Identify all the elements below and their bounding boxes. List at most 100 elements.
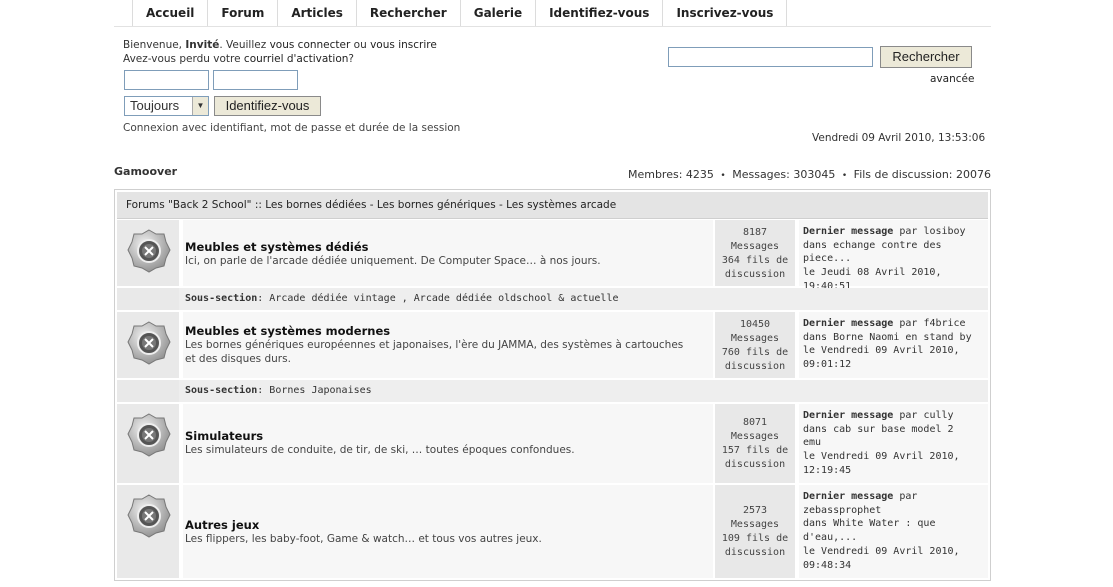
board-thread-count-line: 760 fils de (715, 346, 795, 360)
nav-rechercher[interactable]: Rechercher (357, 0, 461, 26)
current-datetime: Vendredi 09 Avril 2010, 13:53:06 (812, 132, 986, 144)
main-nav: Accueil Forum Articles Rechercher Galeri… (132, 0, 788, 26)
in-label: dans (803, 239, 828, 251)
last-message-label[interactable]: Dernier message (803, 226, 893, 237)
last-post-author[interactable]: zebassprophet (803, 505, 881, 516)
in-label: dans (803, 331, 828, 343)
dropdown-arrow-icon[interactable]: ▼ (192, 97, 208, 115)
last-post-author[interactable]: losiboy (923, 226, 965, 237)
nav-identifiez-vous[interactable]: Identifiez-vous (536, 0, 664, 26)
last-post-topic-cont: d'eau,... (803, 532, 858, 544)
session-duration-select[interactable]: Toujours ▼ (124, 96, 209, 116)
register-link[interactable]: vous inscrire (370, 39, 437, 51)
last-post-topic[interactable]: Borne Naomi en stand by (833, 332, 971, 343)
activation-link[interactable]: courriel d'activation (244, 53, 349, 65)
board-thread-count-line: 157 fils de (715, 444, 795, 458)
last-post-topic-line: dans Borne Naomi en stand by (803, 331, 988, 345)
subsection-list: Sous-section: Bornes Japonaises (185, 385, 372, 396)
nav-forum[interactable]: Forum (208, 0, 279, 26)
last-post-topic-cont: emu (803, 437, 822, 449)
board-info-cell: Autres jeux Les flippers, les baby-foot,… (183, 485, 713, 578)
nav-accueil[interactable]: Accueil (133, 0, 209, 26)
board-icon-cell (117, 220, 179, 286)
subsection-icon-cell (117, 380, 179, 402)
subsection-label: Sous-section (185, 385, 258, 396)
board-title-link[interactable]: Autres jeux (185, 518, 259, 532)
board-thread-count: 760 (721, 347, 740, 358)
crumb-separator: :: (254, 199, 262, 211)
board-counts-cell: 2573 Messages 109 fils de discussion (715, 485, 795, 578)
last-post-date: le Vendredi 09 Avril 2010, (803, 545, 960, 557)
search-input[interactable] (668, 47, 873, 67)
board-message-count: 8187 (742, 227, 768, 238)
last-post-topic[interactable]: echange contre des (833, 240, 941, 251)
board-status-icon (126, 412, 172, 458)
last-message-label[interactable]: Dernier message (803, 318, 893, 329)
threads-label: fils de (745, 533, 789, 544)
board-thread-count-line: 364 fils de (715, 254, 795, 268)
last-post-topic[interactable]: White Water : que (833, 518, 935, 529)
threads-label: fils de (745, 445, 789, 456)
last-post-header: Dernier message par zebassprophet (803, 490, 988, 517)
advanced-search-link[interactable]: avancée (930, 73, 974, 85)
subsection-label: Sous-section (185, 293, 258, 304)
board-counts-cell: 10450 Messages 760 fils de discussion (715, 312, 795, 378)
password-input[interactable] (213, 70, 298, 90)
subsection-links[interactable]: Arcade dédiée vintage , Arcade dédiée ol… (269, 293, 618, 304)
board-title-link[interactable]: Meubles et systèmes dédiés (185, 240, 369, 254)
threads-label: fils de (745, 347, 789, 358)
board-icon-cell (117, 312, 179, 378)
board-status-icon (126, 493, 172, 539)
board-last-post-cell: Dernier message par zebassprophet dans W… (799, 485, 988, 578)
board-thread-count-line: 109 fils de (715, 532, 795, 546)
last-post-time: 12:19:45 (803, 464, 852, 476)
category-breadcrumb: Forums "Back 2 School" :: Les bornes déd… (126, 199, 616, 211)
login-help-text: Connexion avec identifiant, mot de passe… (123, 122, 461, 134)
by-label: par (899, 491, 918, 502)
username-input[interactable] (124, 70, 209, 90)
last-post-author[interactable]: f4brice (923, 318, 965, 329)
board-info-cell: Simulateurs Les simulateurs de conduite,… (183, 404, 713, 483)
nav-articles[interactable]: Articles (278, 0, 357, 26)
subsection-icon-cell (117, 288, 179, 310)
search-button[interactable]: Rechercher (880, 46, 972, 68)
in-label: dans (803, 423, 828, 435)
last-post-topic-cont: piece... (803, 253, 852, 265)
by-label: par (899, 226, 918, 237)
board-row: Meubles et systèmes modernes Les bornes … (117, 312, 988, 378)
last-message-label[interactable]: Dernier message (803, 491, 893, 502)
site-name: Gamoover (114, 165, 178, 178)
last-message-label[interactable]: Dernier message (803, 410, 893, 421)
category-link[interactable]: Les bornes dédiées - Les bornes génériqu… (265, 199, 616, 211)
messages-label: Messages (730, 333, 780, 344)
subsection-links[interactable]: Bornes Japonaises (269, 385, 371, 396)
connect-link[interactable]: vous connecter (270, 39, 351, 51)
forum-stats: Membres: 4235 • Messages: 303045 • Fils … (628, 168, 991, 181)
guest-label: Invité (185, 39, 220, 51)
board-status-icon (126, 228, 172, 274)
forum-root-link[interactable]: Forums "Back 2 School" (126, 199, 251, 211)
nav-inscrivez-vous[interactable]: Inscrivez-vous (663, 0, 788, 26)
board-message-count: 8071 (742, 417, 768, 428)
threads-label: fils de (745, 255, 789, 266)
nav-divider (114, 26, 991, 27)
login-button[interactable]: Identifiez-vous (214, 96, 321, 116)
board-description: Les flippers, les baby-foot, Game & watc… (185, 533, 542, 545)
board-info-cell: Meubles et systèmes modernes Les bornes … (183, 312, 713, 378)
last-post-author[interactable]: cully (923, 410, 953, 421)
board-status-icon (126, 320, 172, 366)
messages-label: Messages (730, 431, 780, 442)
board-counts-cell: 8071 Messages 157 fils de discussion (715, 404, 795, 483)
board-title-link[interactable]: Simulateurs (185, 429, 263, 443)
messages-label: Messages (730, 519, 780, 530)
subsection-list: Sous-section: Arcade dédiée vintage , Ar… (185, 293, 619, 304)
welcome-prefix: Bienvenue, (123, 39, 183, 51)
messages-label: Messages (730, 241, 780, 252)
forum-board-table: Forums "Back 2 School" :: Les bornes déd… (114, 189, 991, 581)
last-post-topic[interactable]: cab sur base model 2 (833, 424, 953, 435)
board-title-link[interactable]: Meubles et systèmes modernes (185, 324, 390, 338)
board-row: Autres jeux Les flippers, les baby-foot,… (117, 485, 988, 578)
board-message-count: 10450 (739, 319, 771, 330)
last-post-header: Dernier message par f4brice (803, 317, 988, 331)
nav-galerie[interactable]: Galerie (461, 0, 537, 26)
